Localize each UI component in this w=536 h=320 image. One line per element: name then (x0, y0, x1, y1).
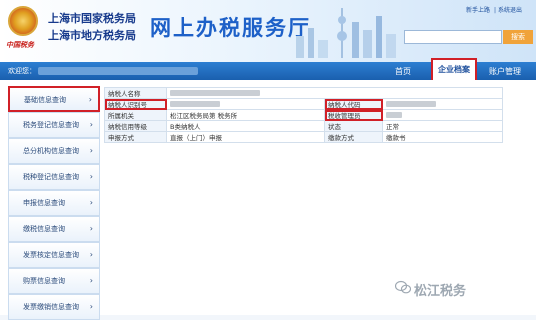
sidebar-item-declaration[interactable]: 申报信息查询 › (8, 190, 100, 216)
redacted-value (170, 90, 260, 96)
label-status: 状态 (324, 120, 383, 132)
label-credit-level: 纳税信用等级 (104, 120, 167, 132)
value-declaration-method: 直报（上门）申报 (166, 131, 325, 143)
sidebar-item-label: 缴税信息查询 (23, 225, 65, 233)
sidebar-item-tax-type-registration[interactable]: 税种登记信息查询 › (8, 164, 100, 190)
top-links: 新手上路 | 系统退出 (466, 7, 522, 14)
sidebar-item-label: 发票缴销信息查询 (23, 303, 79, 311)
value-credit-level: B类纳税人 (166, 120, 325, 132)
redacted-value (170, 101, 220, 107)
redacted-value (386, 112, 402, 118)
link-logout[interactable]: 系统退出 (498, 7, 522, 14)
sidebar-item-label: 发票核定信息查询 (23, 251, 79, 259)
basic-info-table: 纳税人名称 纳税人识别号 纳税人代码 所属机关 松江区税务局第 税务所 税收管理… (104, 87, 504, 143)
chevron-right-icon: › (89, 172, 93, 181)
chevron-right-icon: › (89, 250, 93, 259)
site-header: 中国税务 上海市国家税务局 上海市地方税务局 网上办税服务厅 新手上路 | 系统退… (0, 0, 536, 62)
table-row: 所属机关 松江区税务局第 税务所 税收管理员 (104, 109, 504, 121)
site-title: 网上办税服务厅 (150, 16, 311, 40)
search-input[interactable] (404, 30, 502, 44)
value-tax-manager (381, 109, 504, 121)
welcome-text: 欢迎您： (8, 67, 36, 75)
table-row: 纳税人识别号 纳税人代码 (104, 98, 504, 110)
nav-enterprise-archive[interactable]: 企业档案 (431, 58, 477, 82)
sidebar-menu: 基础信息查询 › 税务登记信息查询 › 总分机构信息查询 › 税种登记信息查询 … (8, 86, 100, 320)
table-row: 纳税信用等级 B类纳税人 状态 正常 (104, 120, 504, 132)
value-taxpayer-name (165, 87, 504, 99)
emblem-caption: 中国税务 (6, 40, 34, 49)
table-row: 纳税人名称 (104, 87, 504, 99)
sidebar-item-basic-info[interactable]: 基础信息查询 › (8, 86, 100, 112)
label-taxpayer-name: 纳税人名称 (104, 87, 167, 99)
sidebar-item-branch-info[interactable]: 总分机构信息查询 › (8, 138, 100, 164)
nav-account-management[interactable]: 账户管理 (489, 66, 521, 77)
label-declaration-method: 申报方式 (104, 131, 167, 143)
link-new-user[interactable]: 新手上路 (466, 7, 490, 14)
wechat-icon (395, 280, 411, 294)
redacted-value (386, 101, 436, 107)
bureau-name-national: 上海市国家税务局 (48, 12, 136, 25)
bureau-name-local: 上海市地方税务局 (48, 29, 136, 42)
chevron-right-icon: › (89, 224, 93, 233)
chevron-right-icon: › (89, 276, 93, 285)
label-tax-manager: 税收管理员 (324, 109, 383, 121)
chevron-right-icon: › (89, 120, 93, 129)
chevron-right-icon: › (89, 302, 93, 311)
table-row: 申报方式 直报（上门）申报 缴款方式 缴款书 (104, 131, 504, 143)
sidebar-item-invoice-purchase[interactable]: 购票信息查询 › (8, 268, 100, 294)
label-authority: 所属机关 (104, 109, 167, 121)
sidebar-item-label: 基础信息查询 (24, 96, 66, 104)
chevron-right-icon: › (89, 146, 93, 155)
chevron-right-icon: › (89, 198, 93, 207)
sidebar-item-label: 总分机构信息查询 (23, 147, 79, 155)
tax-emblem-icon (8, 6, 38, 36)
sidebar-item-label: 申报信息查询 (23, 199, 65, 207)
sidebar-item-tax-registration[interactable]: 税务登记信息查询 › (8, 112, 100, 138)
sidebar-item-tax-payment[interactable]: 缴税信息查询 › (8, 216, 100, 242)
sidebar-item-label: 税种登记信息查询 (23, 173, 79, 181)
sidebar-item-invoice-cancellation[interactable]: 发票缴销信息查询 › (8, 294, 100, 320)
value-taxpayer-id (166, 98, 325, 110)
chevron-right-icon: › (88, 95, 92, 104)
label-payment-method: 缴款方式 (324, 131, 383, 143)
value-payment-method: 缴款书 (381, 131, 504, 143)
watermark-text: 松江税务 (414, 284, 467, 299)
sidebar-item-label: 税务登记信息查询 (23, 121, 79, 129)
value-status: 正常 (381, 120, 504, 132)
value-authority: 松江区税务局第 税务所 (166, 109, 325, 121)
skyline-icon (296, 8, 396, 58)
search-button[interactable]: 搜索 (503, 30, 533, 44)
sidebar-item-label: 购票信息查询 (23, 277, 65, 285)
redacted-company-name (38, 67, 198, 75)
label-taxpayer-id: 纳税人识别号 (104, 98, 167, 110)
sidebar-item-invoice-approval[interactable]: 发票核定信息查询 › (8, 242, 100, 268)
label-taxpayer-code: 纳税人代码 (324, 98, 383, 110)
value-taxpayer-code (381, 98, 504, 110)
nav-home[interactable]: 首页 (395, 66, 411, 77)
